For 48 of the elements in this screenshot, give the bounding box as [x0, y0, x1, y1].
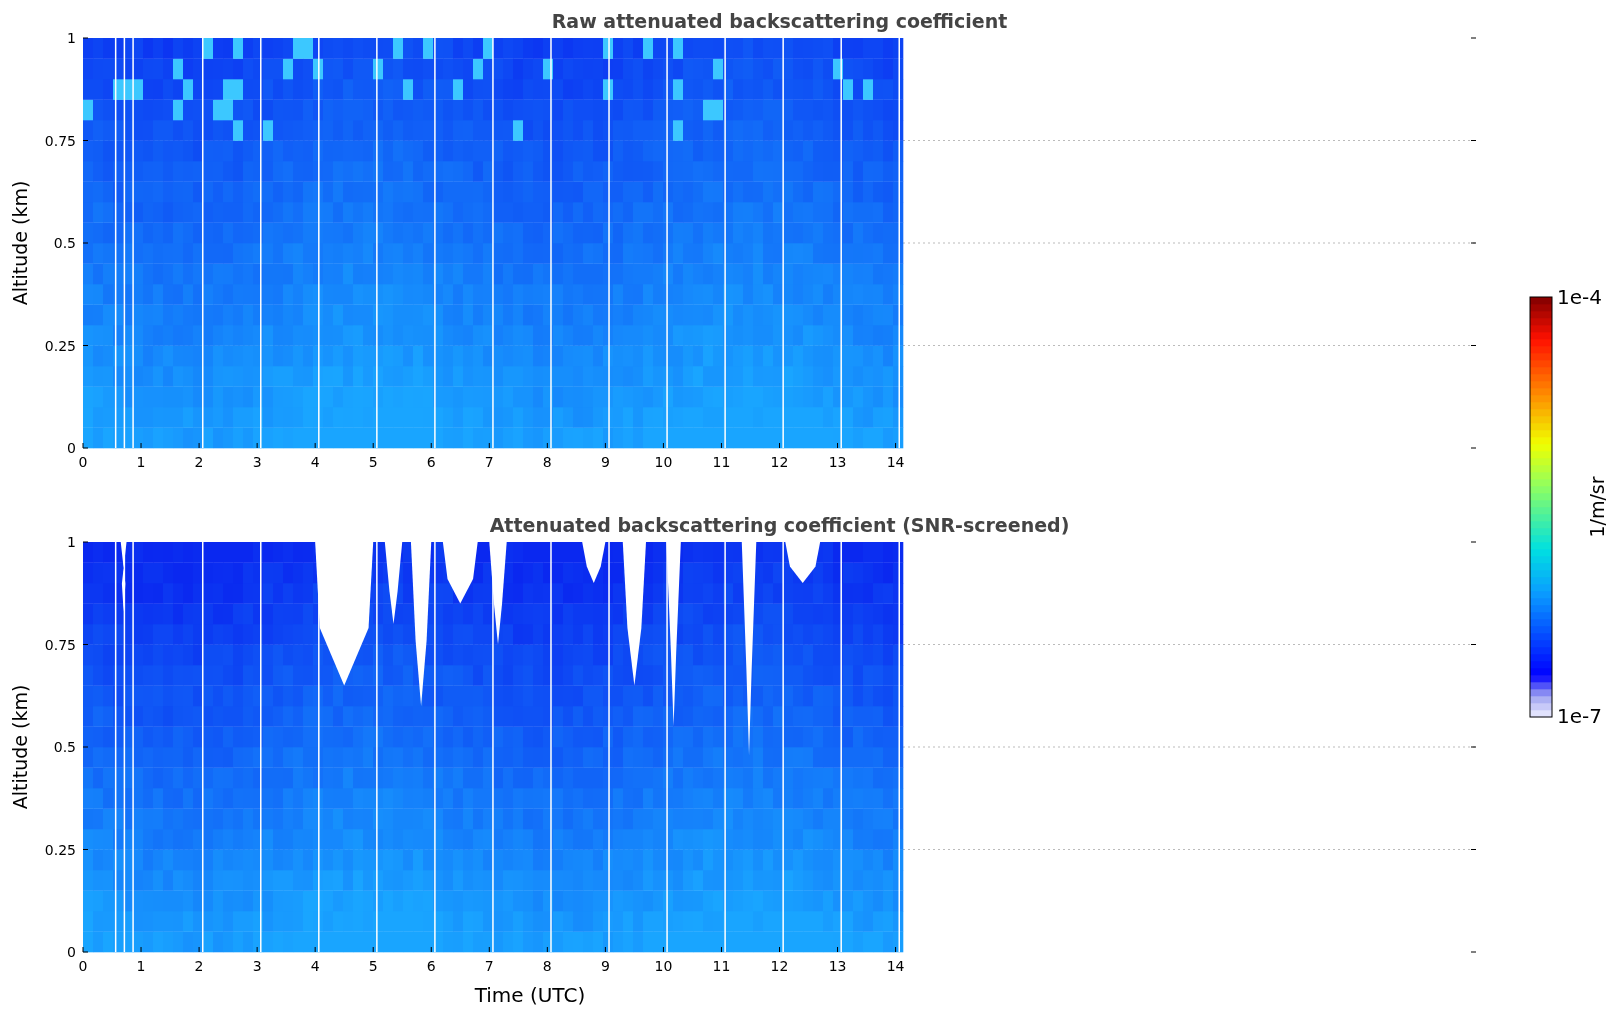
x-tick-label: 13: [828, 454, 847, 470]
y-tick-label: 0: [67, 440, 76, 456]
x-tick-label: 11: [712, 454, 731, 470]
x-tick-label: 12: [770, 454, 789, 470]
y-tick-label: 0.75: [44, 636, 76, 653]
x-tick-label: 0: [78, 454, 88, 470]
x-tick-label: 3: [252, 454, 262, 470]
x-tick-label: 14: [886, 958, 905, 974]
y-tick-label: 0.5: [53, 235, 76, 251]
x-axis-label: Time (UTC): [474, 983, 586, 1007]
x-tick-label: 3: [252, 958, 262, 974]
y-tick-label: 1: [67, 534, 76, 550]
x-tick-label: 7: [484, 454, 494, 470]
chart-title: Raw attenuated backscattering coefficient: [551, 10, 1008, 32]
x-tick-label: 8: [542, 958, 552, 974]
x-tick-label: 2: [194, 454, 204, 470]
y-tick-label: 0.5: [53, 739, 76, 755]
colorbar-label: 1/m/sr: [1586, 476, 1608, 538]
x-tick-label: 5: [368, 454, 378, 470]
x-tick-label: 1: [136, 454, 146, 470]
x-tick-label: 13: [828, 958, 847, 974]
y-tick-label: 0.25: [44, 337, 76, 354]
y-tick-label: 0: [67, 944, 76, 960]
x-tick-label: 2: [194, 958, 204, 974]
x-tick-label: 6: [426, 454, 436, 470]
x-tick-label: 6: [426, 958, 436, 974]
x-tick-label: 14: [886, 454, 905, 470]
colorbar-min-label: 1e-7: [1557, 704, 1602, 728]
x-tick-label: 10: [654, 454, 673, 470]
y-axis-label: Altitude (km): [9, 180, 31, 306]
x-tick-label: 0: [78, 958, 88, 974]
x-tick-label: 9: [600, 958, 610, 974]
colorbar-max-label: 1e-4: [1557, 285, 1602, 309]
x-tick-label: 1: [136, 958, 146, 974]
y-tick-label: 1: [67, 30, 76, 46]
y-axis-label: Altitude (km): [9, 684, 31, 810]
y-tick-label: 0.25: [44, 841, 76, 858]
x-tick-label: 12: [770, 958, 789, 974]
x-tick-label: 5: [368, 958, 378, 974]
x-tick-label: 10: [654, 958, 673, 974]
y-tick-label: 0.75: [44, 132, 76, 149]
chart-title: Attenuated backscattering coefficient (SNR-screened): [489, 514, 1070, 536]
x-tick-label: 7: [484, 958, 494, 974]
x-tick-label: 9: [600, 454, 610, 470]
x-tick-label: 8: [542, 454, 552, 470]
x-tick-label: 4: [310, 454, 320, 470]
x-tick-label: 11: [712, 958, 731, 974]
x-tick-label: 4: [310, 958, 320, 974]
